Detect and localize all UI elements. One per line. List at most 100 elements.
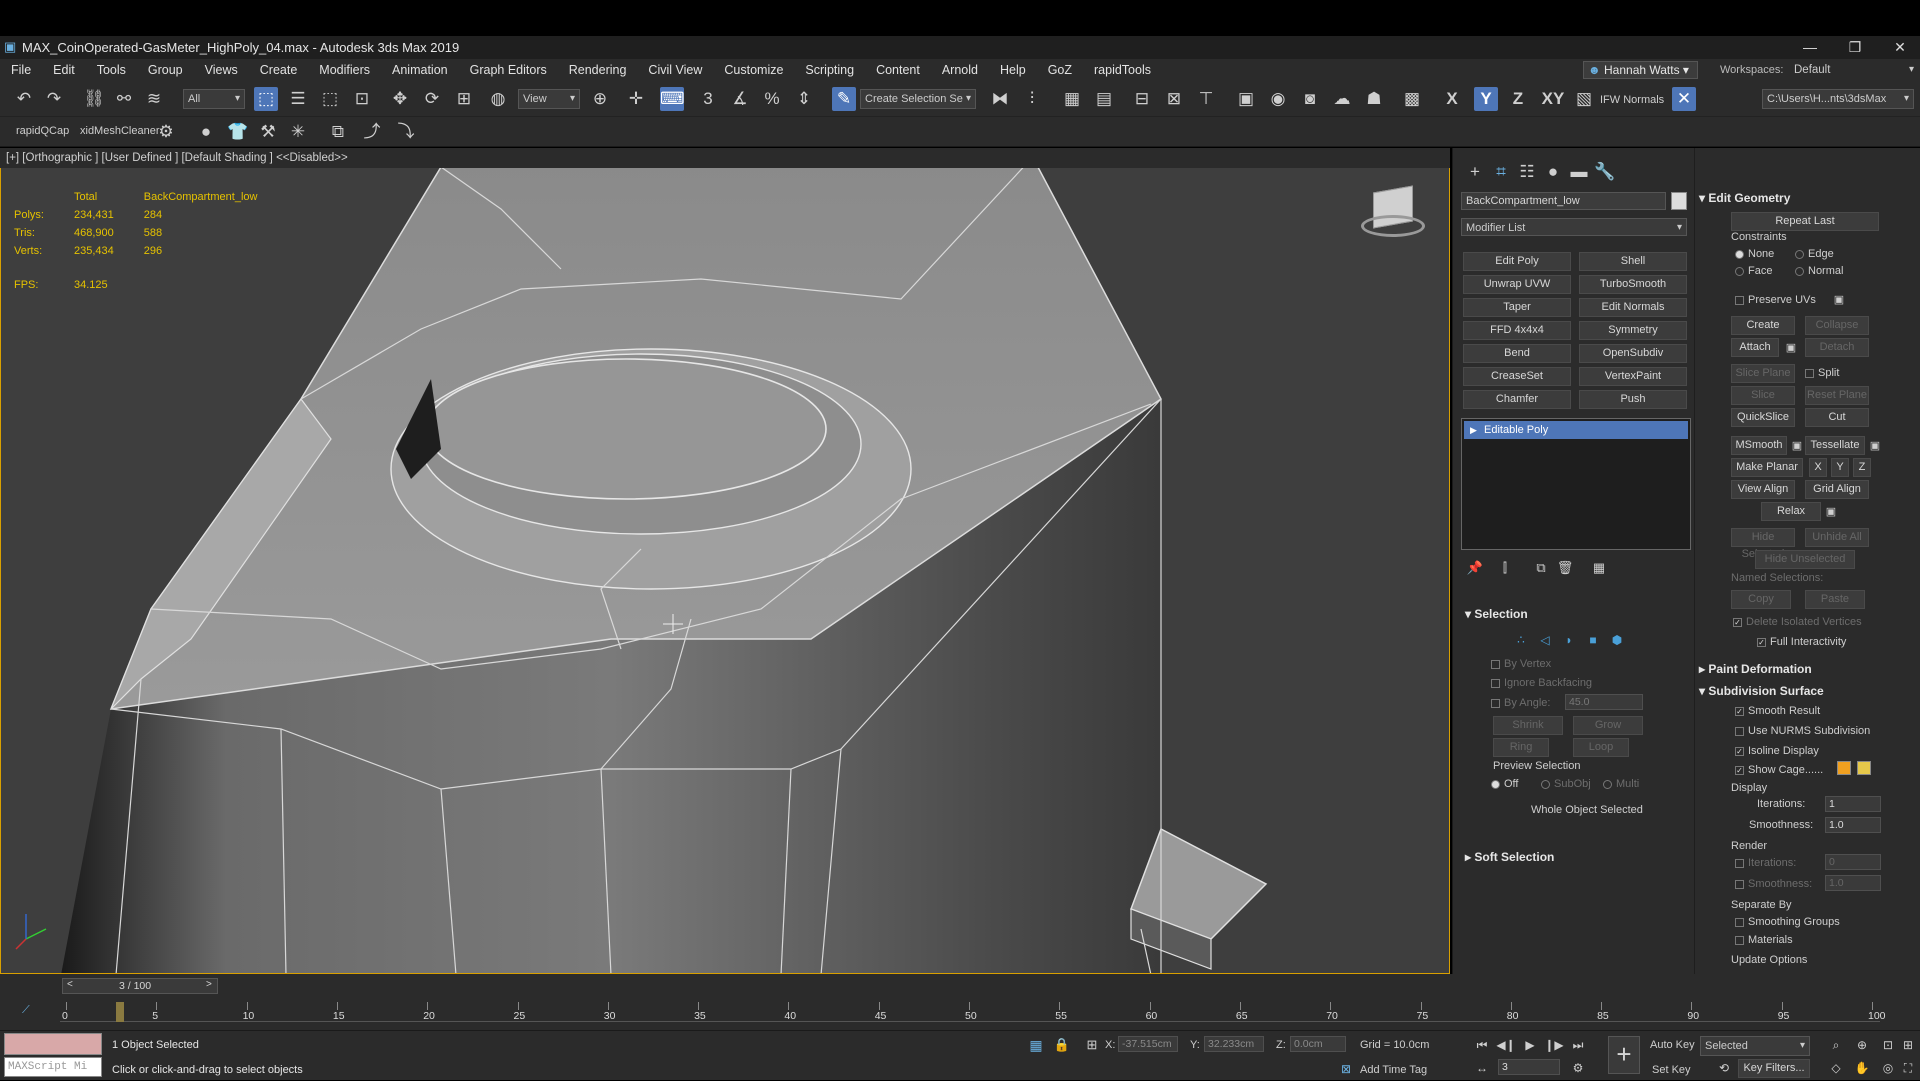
z-coord-field[interactable]: 0.0cm: [1290, 1036, 1346, 1052]
menu-item-edit[interactable]: Edit: [42, 63, 86, 77]
field-of-view-icon[interactable]: ◇: [1824, 1056, 1848, 1080]
y-coord-field[interactable]: 32.233cm: [1204, 1036, 1264, 1052]
menu-item-create[interactable]: Create: [249, 63, 309, 77]
previous-key-icon[interactable]: ◀❙: [1494, 1033, 1518, 1057]
utilities-tab-icon[interactable]: 🔧: [1593, 160, 1617, 184]
render-production-icon[interactable]: ◙: [1298, 87, 1322, 111]
menu-item-arnold[interactable]: Arnold: [931, 63, 989, 77]
placement-icon[interactable]: ◍: [486, 87, 510, 111]
menu-item-animation[interactable]: Animation: [381, 63, 459, 77]
menu-item-scripting[interactable]: Scripting: [794, 63, 865, 77]
show-cage-checkbox[interactable]: ✓ Show Cage......: [1735, 764, 1823, 776]
display-iterations-spinner[interactable]: 1: [1825, 796, 1881, 812]
select-by-name-icon[interactable]: ☰: [286, 87, 310, 111]
modifier-button-vertexpaint[interactable]: VertexPaint: [1579, 367, 1687, 386]
menu-item-rendering[interactable]: Rendering: [558, 63, 638, 77]
constraint-normal-radio[interactable]: Normal: [1795, 265, 1843, 277]
modifier-button-edit-normals[interactable]: Edit Normals: [1579, 298, 1687, 317]
relax-settings-icon[interactable]: ▣: [1819, 500, 1843, 524]
a360-gallery-icon[interactable]: ☗: [1362, 87, 1386, 111]
subdivision-surface-rollout-header[interactable]: ▾ Subdivision Surface: [1699, 684, 1824, 698]
rendered-frame-window-icon[interactable]: ◉: [1266, 87, 1290, 111]
user-account-menu[interactable]: ☻ Hannah Watts ▾: [1583, 61, 1698, 79]
modifier-button-ffd-4x4x4[interactable]: FFD 4x4x4: [1463, 321, 1571, 340]
rapidqcap-button[interactable]: rapidQCap: [16, 125, 69, 137]
axis-constraint-z[interactable]: Z: [1506, 87, 1530, 111]
paint-deformation-rollout-header[interactable]: ▸ Paint Deformation: [1699, 662, 1812, 676]
planar-z-button[interactable]: Z: [1853, 458, 1871, 477]
ring-button[interactable]: Ring: [1493, 738, 1549, 757]
go-to-start-icon[interactable]: ⏮: [1470, 1033, 1494, 1057]
cage-color-swatch-1[interactable]: [1837, 761, 1851, 775]
render-setup-icon[interactable]: ▣: [1234, 87, 1258, 111]
cut-button[interactable]: Cut: [1805, 408, 1869, 427]
motion-tab-icon[interactable]: ●: [1541, 160, 1565, 184]
modifier-button-turbosmooth[interactable]: TurboSmooth: [1579, 275, 1687, 294]
menu-item-content[interactable]: Content: [865, 63, 931, 77]
planar-x-button[interactable]: X: [1809, 458, 1827, 477]
create-tab-icon[interactable]: +: [1463, 160, 1487, 184]
configure-sets-icon[interactable]: ▦: [1587, 556, 1611, 580]
ifw-normals-icon[interactable]: ▧: [1572, 87, 1596, 111]
key-mode-toggle-icon[interactable]: ↔: [1470, 1056, 1494, 1080]
restore-icon[interactable]: ❐: [1835, 36, 1875, 59]
ifw-normals-label[interactable]: IFW Normals: [1600, 94, 1664, 106]
by-vertex-checkbox[interactable]: By Vertex: [1491, 658, 1551, 670]
attach-list-icon[interactable]: ▣: [1779, 336, 1803, 360]
window-crossing-icon[interactable]: ⊡: [350, 87, 374, 111]
polygon-mode-icon[interactable]: ■: [1581, 628, 1605, 652]
time-config-icon[interactable]: ⚙: [1566, 1056, 1590, 1080]
rotate-icon[interactable]: ⟳: [420, 87, 444, 111]
workspaces-dropdown[interactable]: Default: [1790, 61, 1918, 81]
show-end-result-icon[interactable]: ⫿: [1493, 556, 1517, 580]
render-smoothness-checkbox[interactable]: Smoothness:: [1735, 878, 1812, 890]
minimize-icon[interactable]: —: [1790, 36, 1830, 59]
grow-button[interactable]: Grow: [1573, 716, 1643, 735]
vertex-mode-icon[interactable]: ∴: [1509, 628, 1533, 652]
unhide-all-button[interactable]: Unhide All: [1805, 528, 1869, 547]
materials-checkbox[interactable]: Materials: [1735, 934, 1793, 946]
isolate-selection-icon[interactable]: ▦: [1024, 1033, 1048, 1057]
tessellate-button[interactable]: Tessellate: [1805, 436, 1865, 455]
object-color-swatch[interactable]: [1671, 192, 1687, 210]
full-interactivity-checkbox[interactable]: ✓ Full Interactivity: [1757, 636, 1846, 648]
modifier-button-edit-poly[interactable]: Edit Poly: [1463, 252, 1571, 271]
view-align-button[interactable]: View Align: [1731, 480, 1795, 499]
paste-button[interactable]: Paste: [1805, 590, 1865, 609]
create-button[interactable]: Create: [1731, 316, 1795, 335]
modifier-stack[interactable]: ▶ Editable Poly: [1461, 418, 1691, 550]
by-angle-spinner[interactable]: 45.0: [1565, 694, 1643, 710]
tessellate-settings-icon[interactable]: ▣: [1863, 434, 1887, 458]
set-keys-button[interactable]: +: [1608, 1036, 1640, 1074]
smooth-result-checkbox[interactable]: ✓ Smooth Result: [1735, 705, 1820, 717]
angle-snap-icon[interactable]: ∡: [728, 87, 752, 111]
prev-frame-icon[interactable]: <: [67, 979, 73, 990]
tshirt-icon[interactable]: 👕: [226, 120, 250, 144]
bind-space-warp-icon[interactable]: ≋: [142, 87, 166, 111]
redo-icon[interactable]: ↷: [42, 87, 66, 111]
shrink-button[interactable]: Shrink: [1493, 716, 1563, 735]
grid-align-button[interactable]: Grid Align: [1805, 480, 1869, 499]
render-in-cloud-icon[interactable]: ☁: [1330, 87, 1354, 111]
schematic-view-icon[interactable]: ⊠: [1162, 87, 1186, 111]
slice-button[interactable]: Slice: [1731, 386, 1795, 405]
constraint-edge-radio[interactable]: Edge: [1795, 248, 1834, 260]
current-frame-marker[interactable]: [116, 1002, 124, 1022]
preserve-uvs-checkbox[interactable]: Preserve UVs: [1735, 294, 1816, 306]
xform-icon[interactable]: ✕: [1672, 87, 1696, 111]
relax-button[interactable]: Relax: [1761, 502, 1821, 521]
constraint-none-radio[interactable]: None: [1735, 248, 1774, 260]
isoline-display-checkbox[interactable]: ✓ Isoline Display: [1735, 745, 1819, 757]
time-tag-icon[interactable]: ⊠: [1334, 1057, 1358, 1081]
menu-item-modifiers[interactable]: Modifiers: [308, 63, 381, 77]
split-checkbox[interactable]: Split: [1805, 367, 1839, 379]
play-icon[interactable]: ▶: [1518, 1033, 1542, 1057]
display-smoothness-spinner[interactable]: 1.0: [1825, 817, 1881, 833]
axis-constraint-y[interactable]: Y: [1474, 87, 1498, 111]
pan-icon[interactable]: ✋: [1850, 1056, 1874, 1080]
modifier-button-bend[interactable]: Bend: [1463, 344, 1571, 363]
render-iterative-icon[interactable]: ▩: [1400, 87, 1424, 111]
constraint-face-radio[interactable]: Face: [1735, 265, 1772, 277]
close-icon[interactable]: ✕: [1880, 36, 1920, 59]
modifier-button-taper[interactable]: Taper: [1463, 298, 1571, 317]
